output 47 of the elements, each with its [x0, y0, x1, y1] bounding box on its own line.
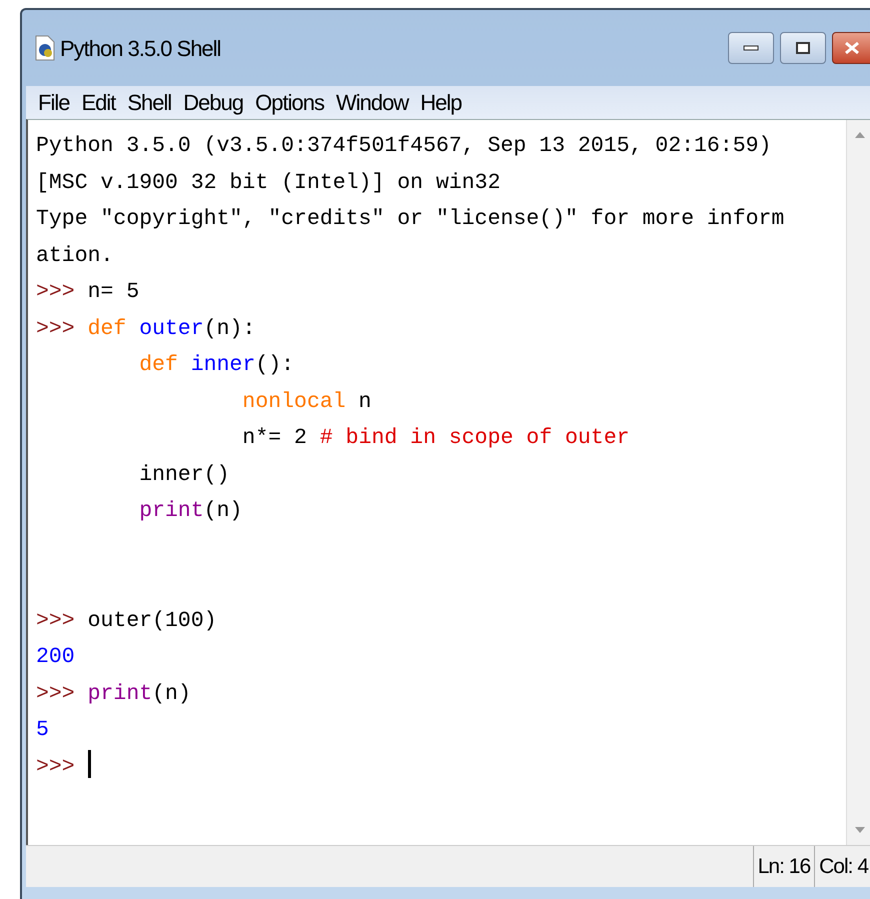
code-text: (): [255, 353, 294, 377]
menu-item[interactable]: Edit [77, 86, 120, 119]
builtin-name: print [138, 499, 204, 523]
close-icon [844, 41, 860, 55]
minimize-icon [743, 45, 759, 51]
scrollbar[interactable] [846, 120, 870, 845]
shell-output: Python 3.5.0 (v3.5.0:374f501f4567, Sep 13 2015, 02:16:59) [36, 134, 772, 158]
function-name: inner [190, 353, 256, 377]
prompt: >>> [36, 682, 75, 706]
code-comment: # bind in scope of outer [320, 426, 630, 450]
menu-item[interactable]: Help [416, 86, 466, 119]
prompt: >>> [36, 316, 75, 340]
keyword: def [138, 353, 178, 377]
code-text: n*= 2 [241, 426, 308, 450]
menu-item[interactable]: File [34, 86, 74, 119]
shell-output: [MSC v.1900 32 bit (Intel)] on win32 [36, 170, 500, 194]
window-title: Python 3.5.0 Shell [60, 34, 221, 63]
code-text: (n): [204, 316, 256, 340]
line-number-indicator: Ln: 16 [752, 846, 814, 887]
code-text: n= 5 [86, 280, 140, 304]
function-name: outer [138, 316, 204, 340]
code-text: outer(100) [86, 608, 217, 632]
code-text: (n) [152, 682, 191, 706]
prompt: >>> [36, 754, 75, 778]
keyword: nonlocal [241, 390, 346, 414]
python-shell-icon [34, 35, 56, 61]
result-output: 5 [36, 718, 49, 742]
keyword: def [86, 316, 126, 340]
code-text: n [358, 390, 372, 414]
column-number-indicator: Col: 4 [814, 846, 870, 887]
result-output: 200 [36, 645, 75, 669]
minimize-button[interactable] [728, 32, 774, 64]
shell-output: Type "copyright", "credits" or "license()" for more inform [36, 207, 784, 231]
builtin-name: print [86, 682, 152, 706]
code-text: (n) [204, 499, 242, 523]
menu-item[interactable]: Shell [123, 86, 176, 119]
prompt: >>> [36, 608, 75, 632]
code-text: inner() [138, 462, 230, 486]
close-button[interactable] [832, 32, 870, 64]
menu-item[interactable]: Options [251, 86, 328, 119]
text-cursor [88, 750, 91, 778]
menu-item[interactable]: Debug [179, 86, 248, 119]
maximize-button[interactable] [780, 32, 826, 64]
menu-item[interactable]: Window [332, 86, 412, 119]
maximize-icon [796, 42, 810, 54]
shell-output: ation. [36, 244, 114, 268]
prompt: >>> [36, 280, 75, 304]
